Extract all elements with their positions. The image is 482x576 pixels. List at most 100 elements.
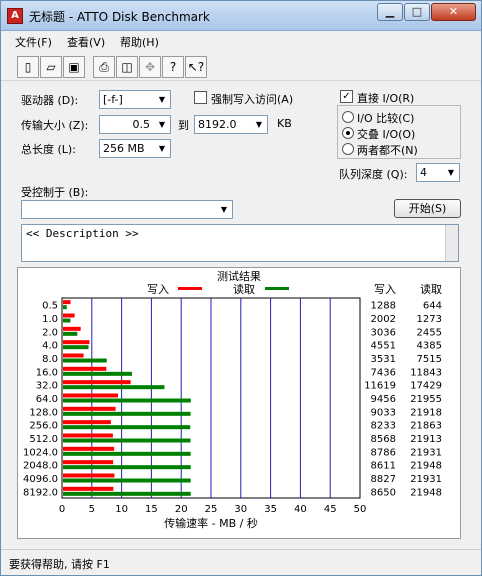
legend-write-swatch	[178, 287, 202, 290]
read-bar	[63, 358, 107, 363]
direct-io-checkbox[interactable]: ✓	[340, 90, 353, 103]
write-value: 8827	[371, 474, 396, 485]
read-value: 21863	[410, 421, 442, 432]
io-compare-radio[interactable]	[342, 111, 354, 123]
write-bar	[63, 460, 114, 465]
menu-help[interactable]: 帮助(H)	[120, 34, 159, 50]
write-value: 9456	[371, 394, 396, 405]
benchmark-chart: 测试结果写入 读取 写入 读取 0 5 10 15 20 25 30 35 40 45 50 传输速率 - M…	[23, 270, 442, 530]
chevron-down-icon: ▼	[255, 120, 263, 129]
x-axis-label: 传输速率 - MB / 秒	[164, 516, 258, 530]
io-neither-radio[interactable]	[342, 143, 354, 155]
total-length-label: 总长度 (L):	[21, 143, 76, 156]
save-icon[interactable]: ▣	[63, 56, 85, 78]
window-title: 无标题 - ATTO Disk Benchmark	[29, 10, 210, 24]
x-tick-label: 25	[205, 504, 218, 515]
legend-write-label: 写入	[147, 283, 169, 296]
category-label: 32.0	[36, 381, 58, 392]
x-tick-label: 10	[115, 504, 128, 515]
column-header-write: 写入	[374, 283, 396, 296]
force-write-checkbox[interactable]	[194, 91, 207, 104]
move-icon[interactable]: ✥	[139, 56, 161, 78]
write-bar	[63, 420, 111, 425]
menu-bar: 文件(F) 查看(V) 帮助(H)	[1, 32, 481, 52]
read-bar	[63, 331, 78, 336]
read-value: 21948	[410, 461, 442, 472]
description-text: << Description >>	[26, 227, 139, 240]
chevron-down-icon: ▼	[220, 205, 228, 214]
description-scrollbar[interactable]	[445, 225, 458, 261]
category-label: 512.0	[29, 434, 58, 445]
chevron-down-icon: ▼	[158, 120, 166, 129]
write-value: 1288	[371, 301, 396, 312]
menu-view[interactable]: 查看(V)	[67, 34, 105, 50]
write-value: 8233	[371, 421, 396, 432]
total-length-select[interactable]: 256 MB ▼	[99, 139, 171, 158]
read-value: 2455	[417, 327, 442, 338]
x-tick-label: 5	[89, 504, 95, 515]
read-bar	[63, 411, 191, 416]
chevron-down-icon: ▼	[158, 144, 166, 153]
to-label: 到	[178, 119, 189, 132]
write-value: 8568	[371, 434, 396, 445]
read-value: 644	[423, 301, 442, 312]
start-button[interactable]: 开始(S)	[394, 199, 461, 218]
transfer-to-value: 8192.0	[198, 118, 237, 131]
io-mode-group: I/O 比较(C) 交叠 I/O(O) 两者都不(N)	[337, 105, 461, 159]
queue-depth-select[interactable]: 4 ▼	[416, 163, 460, 182]
x-tick-label: 0	[59, 504, 65, 515]
write-bar	[63, 446, 115, 451]
read-value: 21948	[410, 487, 442, 498]
x-tick-label: 40	[294, 504, 307, 515]
description-box[interactable]: << Description >>	[21, 224, 459, 262]
chart-title: 测试结果	[217, 270, 261, 283]
category-label: 1024.0	[23, 447, 58, 458]
x-tick-label: 30	[234, 504, 247, 515]
direct-io-label: 直接 I/O(R)	[357, 92, 415, 105]
transfer-from-select[interactable]: 0.5 ▼	[99, 115, 171, 134]
io-overlap-radio[interactable]	[342, 127, 354, 139]
controlled-by-select[interactable]: ▼	[21, 200, 233, 219]
read-bar	[63, 345, 89, 350]
open-icon[interactable]: ▱	[40, 56, 62, 78]
read-bar	[63, 465, 191, 470]
new-icon[interactable]: ▯	[17, 56, 39, 78]
chevron-down-icon: ▼	[158, 95, 166, 104]
category-label: 8.0	[42, 354, 58, 365]
minimize-button[interactable]: ▁	[377, 3, 403, 21]
write-value: 8611	[371, 461, 396, 472]
read-bar	[63, 318, 71, 323]
read-bar	[63, 478, 191, 483]
category-label: 128.0	[29, 407, 58, 418]
menu-file[interactable]: 文件(F)	[15, 34, 52, 50]
title-bar: A 无标题 - ATTO Disk Benchmark ▁ □ ✕	[1, 1, 481, 31]
kb-label: KB	[277, 117, 292, 130]
read-bar	[63, 425, 191, 430]
drive-select[interactable]: [-f-] ▼	[99, 90, 171, 109]
io-compare-label: I/O 比较(C)	[357, 112, 415, 125]
context-help-icon[interactable]: ↖?	[185, 56, 207, 78]
drive-value: [-f-]	[103, 93, 123, 106]
maximize-button[interactable]: □	[404, 3, 430, 21]
read-bar	[63, 491, 191, 496]
help-icon[interactable]: ?	[162, 56, 184, 78]
write-bar	[63, 486, 114, 491]
write-bar	[63, 433, 113, 438]
app-window: A 无标题 - ATTO Disk Benchmark ▁ □ ✕ 文件(F) …	[0, 0, 482, 576]
category-label: 4.0	[42, 341, 58, 352]
force-write-label: 强制写入访问(A)	[211, 93, 294, 106]
write-value: 7436	[371, 367, 396, 378]
read-value: 21913	[410, 434, 442, 445]
x-tick-label: 35	[264, 504, 277, 515]
close-button[interactable]: ✕	[431, 3, 476, 21]
print-icon[interactable]: ⎙	[93, 56, 115, 78]
x-tick-label: 45	[324, 504, 337, 515]
write-bar	[63, 366, 107, 371]
write-value: 4551	[371, 341, 396, 352]
write-bar	[63, 380, 131, 385]
write-value: 9033	[371, 407, 396, 418]
transfer-size-label: 传输大小 (Z):	[21, 119, 89, 132]
print-preview-icon[interactable]: ◫	[116, 56, 138, 78]
write-value: 11619	[364, 381, 396, 392]
transfer-to-select[interactable]: 8192.0 ▼	[194, 115, 268, 134]
